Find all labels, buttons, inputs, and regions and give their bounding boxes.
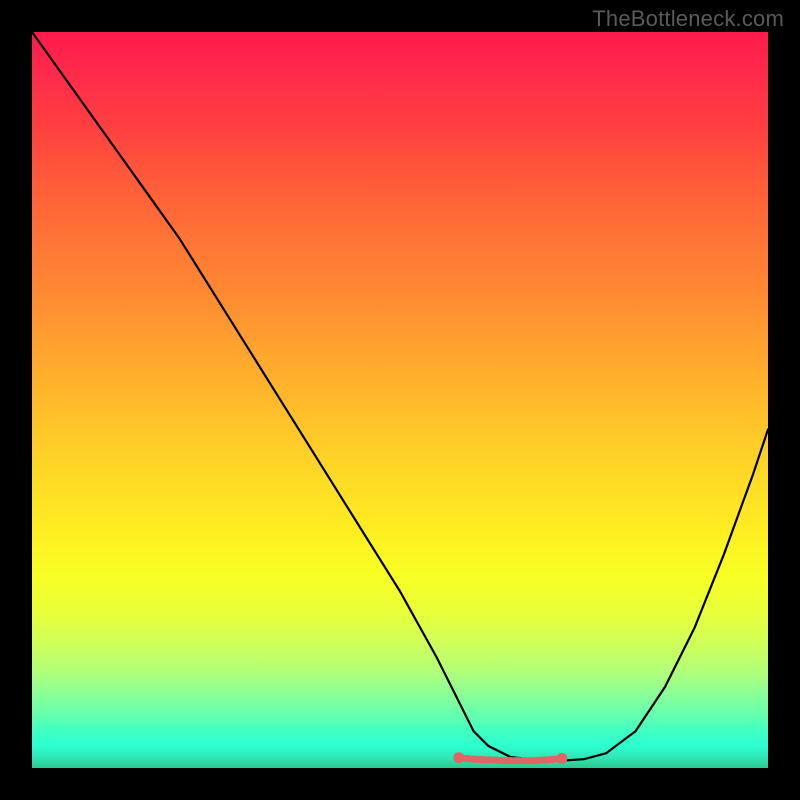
optimal-band-dot xyxy=(453,752,464,763)
optimal-band-markers xyxy=(453,752,567,764)
watermark-text: TheBottleneck.com xyxy=(592,6,784,32)
optimal-band-line xyxy=(459,758,562,761)
bottleneck-curve-path xyxy=(32,32,768,761)
optimal-band-dot xyxy=(556,753,567,764)
chart-svg xyxy=(32,32,768,768)
plot-area xyxy=(32,32,768,768)
